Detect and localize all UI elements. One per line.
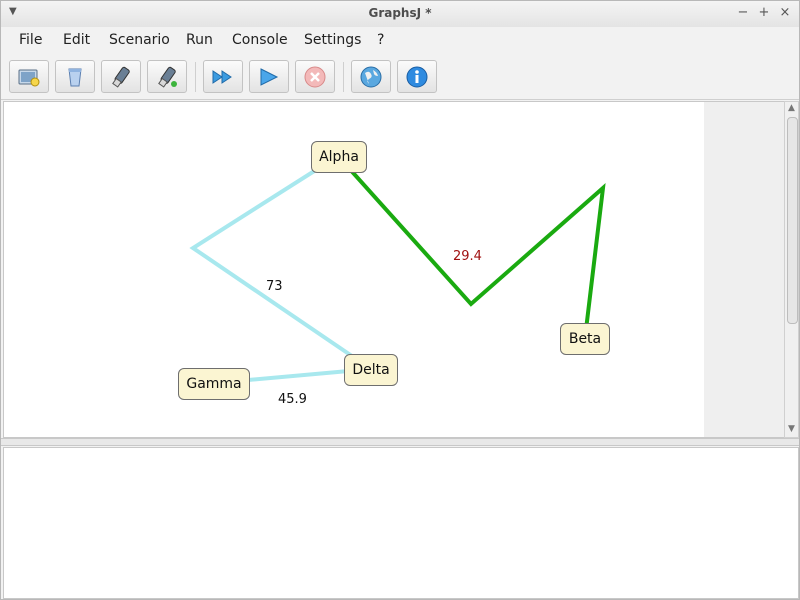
- canvas-vertical-scrollbar[interactable]: ▲ ▼: [784, 101, 799, 438]
- toolbar: [1, 54, 799, 100]
- scroll-thumb[interactable]: [787, 117, 798, 324]
- new-button[interactable]: [9, 60, 49, 93]
- edge-weight-alpha-delta: 73: [266, 279, 283, 294]
- web-button[interactable]: [351, 60, 391, 93]
- console-area[interactable]: [3, 447, 799, 599]
- scroll-down-icon[interactable]: ▼: [785, 424, 798, 434]
- maximize-icon[interactable]: +: [756, 5, 772, 21]
- menu-edit[interactable]: Edit: [63, 32, 90, 48]
- node-gamma[interactable]: Gamma: [178, 368, 250, 400]
- window-title: GraphsJ *: [368, 6, 432, 20]
- globe-icon: [360, 66, 382, 88]
- stop-button[interactable]: [295, 60, 335, 93]
- open-button[interactable]: [101, 60, 141, 93]
- play-icon: [260, 68, 279, 86]
- graph-edges: [189, 154, 606, 385]
- open-usb-icon: [112, 66, 130, 88]
- new-document-icon: [18, 69, 40, 87]
- menu-bar: File Edit Scenario Run Console Settings …: [1, 27, 799, 53]
- clear-button[interactable]: [55, 60, 95, 93]
- split-pane-divider[interactable]: [1, 438, 799, 446]
- edge-alpha-beta: [336, 154, 606, 339]
- save-button[interactable]: [147, 60, 187, 93]
- info-icon: [406, 66, 428, 88]
- run-button[interactable]: [203, 60, 243, 93]
- node-delta[interactable]: Delta: [344, 354, 398, 386]
- toolbar-separator: [343, 62, 344, 92]
- scroll-up-icon[interactable]: ▲: [785, 103, 798, 113]
- clear-icon: [68, 68, 82, 87]
- about-button[interactable]: [397, 60, 437, 93]
- title-bar: ▼ GraphsJ * − + ×: [1, 1, 799, 28]
- menu-console[interactable]: Console: [232, 32, 288, 48]
- close-icon[interactable]: ×: [777, 5, 793, 21]
- stop-icon: [304, 66, 326, 88]
- minimize-icon[interactable]: −: [735, 5, 751, 21]
- toolbar-separator: [195, 62, 196, 92]
- fast-forward-icon: [212, 70, 232, 84]
- edge-weight-alpha-beta: 29.4: [453, 249, 482, 264]
- node-beta[interactable]: Beta: [560, 323, 610, 355]
- menu-scenario[interactable]: Scenario: [109, 32, 170, 48]
- save-usb-icon: [158, 66, 177, 88]
- menu-file[interactable]: File: [19, 32, 42, 48]
- edge-alpha-delta: [189, 154, 373, 371]
- app-window: ▼ GraphsJ * − + × File Edit Scenario Run…: [0, 0, 800, 600]
- node-alpha[interactable]: Alpha: [311, 141, 367, 173]
- edge-weight-gamma-delta: 45.9: [278, 392, 307, 407]
- menu-settings[interactable]: Settings: [304, 32, 361, 48]
- menu-run[interactable]: Run: [186, 32, 213, 48]
- step-button[interactable]: [249, 60, 289, 93]
- menu-help[interactable]: ?: [377, 32, 384, 48]
